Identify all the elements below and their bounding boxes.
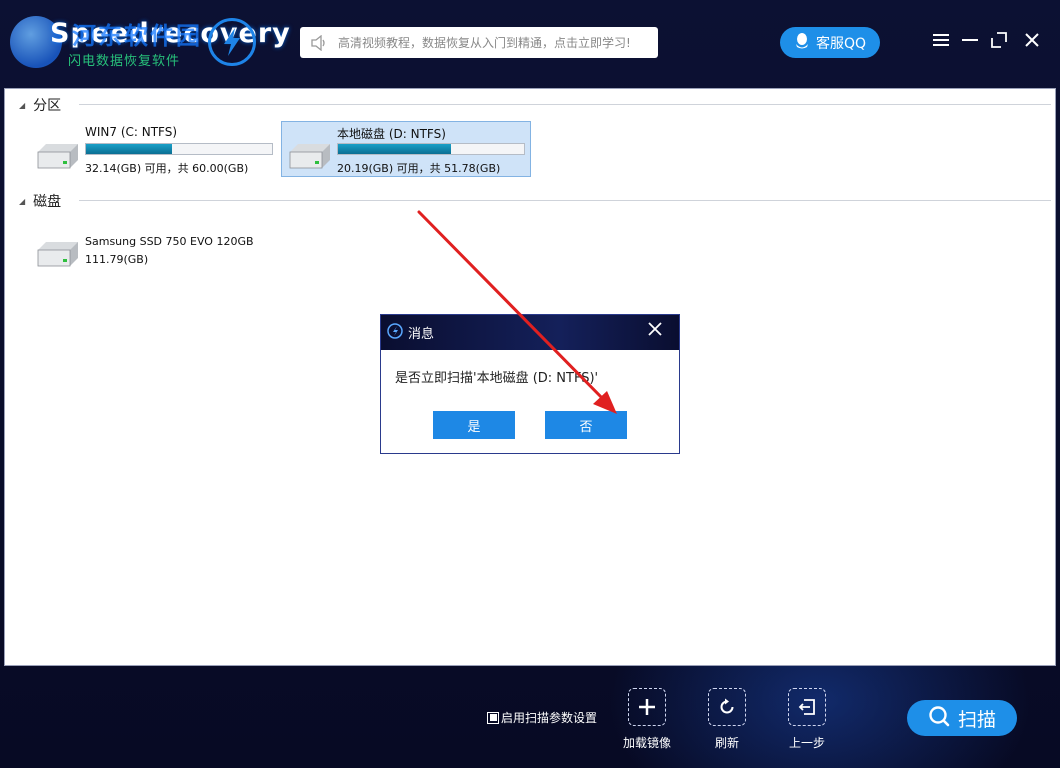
minimize-icon[interactable]	[956, 26, 984, 54]
dialog-title-bar: 消息	[381, 315, 679, 350]
maximize-icon[interactable]	[985, 26, 1013, 54]
refresh-label: 刷新	[714, 736, 739, 750]
app-compass-icon	[387, 322, 403, 343]
logo-watermark: 河东软件园	[72, 22, 202, 50]
menu-icon[interactable]	[927, 26, 955, 54]
plus-icon	[628, 688, 666, 726]
tutorial-notice[interactable]: 高清视频教程，数据恢复从入门到精通，点击立即学习!	[300, 27, 658, 58]
partition-name: 本地磁盘 (D: NTFS)	[337, 127, 446, 141]
load-image-label: 加载镜像	[622, 736, 671, 750]
usage-fill	[338, 144, 452, 154]
customer-service-qq-button[interactable]: 客服QQ	[780, 27, 880, 58]
disk-name: Samsung SSD 750 EVO 120GB	[85, 235, 254, 248]
close-icon[interactable]	[1018, 26, 1046, 54]
scan-params-label: 启用扫描参数设置	[501, 711, 598, 725]
disk-section-header[interactable]: ◢ 磁盘	[19, 191, 61, 211]
hard-drive-icon	[34, 142, 82, 174]
disk-section-title: 磁盘	[33, 194, 62, 210]
speaker-icon	[300, 34, 338, 51]
section-divider	[79, 200, 1051, 201]
load-image-button[interactable]: 加载镜像	[617, 688, 677, 751]
partition-section-header[interactable]: ◢ 分区	[19, 95, 61, 115]
notice-text: 高清视频教程，数据恢复从入门到精通，点击立即学习!	[338, 36, 631, 50]
title-bar: Speedrecovery 河东软件园 闪电数据恢复软件 高清视频教程，数据恢复…	[0, 0, 1060, 86]
collapse-triangle-icon: ◢	[19, 100, 26, 110]
checkbox-icon	[487, 711, 499, 724]
back-label: 上一步	[788, 736, 825, 750]
scan-label: 扫描	[957, 708, 996, 731]
disk-item-samsung-ssd[interactable]: Samsung SSD 750 EVO 120GB 111.79(GB)	[29, 227, 279, 283]
disk-info: 111.79(GB)	[85, 253, 149, 266]
partition-item-c[interactable]: WIN7 (C: NTFS) 32.14(GB) 可用，共 60.00(GB)	[29, 121, 279, 177]
scan-params-checkbox[interactable]: 启用扫描参数设置	[487, 709, 597, 726]
section-divider	[79, 104, 1051, 105]
refresh-button[interactable]: 刷新	[697, 688, 757, 751]
search-icon	[928, 705, 950, 732]
no-button[interactable]: 否	[545, 411, 627, 439]
scan-button[interactable]: 扫描	[907, 700, 1017, 736]
confirm-scan-dialog: 消息 是否立即扫描'本地磁盘 (D: NTFS)' 是 否	[380, 314, 680, 454]
partition-section-title: 分区	[33, 98, 62, 114]
qq-label: 客服QQ	[815, 35, 867, 52]
back-button[interactable]: 上一步	[777, 688, 837, 751]
partition-info: 20.19(GB) 可用，共 51.78(GB)	[337, 162, 501, 175]
partition-info: 32.14(GB) 可用，共 60.00(GB)	[85, 162, 249, 175]
refresh-icon	[708, 688, 746, 726]
hard-drive-icon	[286, 142, 334, 174]
logo-subtitle: 闪电数据恢复软件	[68, 54, 181, 69]
partition-name: WIN7 (C: NTFS)	[85, 125, 178, 139]
partition-item-d[interactable]: 本地磁盘 (D: NTFS) 20.19(GB) 可用，共 51.78(GB)	[281, 121, 531, 177]
lightning-icon	[208, 18, 256, 66]
app-logo: Speedrecovery 河东软件园 闪电数据恢复软件	[10, 12, 290, 72]
dialog-close-icon[interactable]	[647, 321, 663, 341]
dialog-title: 消息	[408, 327, 435, 342]
dialog-message: 是否立即扫描'本地磁盘 (D: NTFS)'	[395, 371, 599, 386]
collapse-triangle-icon: ◢	[19, 196, 26, 206]
partition-usage-bar	[85, 143, 273, 155]
partition-usage-bar	[337, 143, 525, 155]
qq-icon	[794, 32, 810, 54]
yes-button[interactable]: 是	[433, 411, 515, 439]
usage-fill	[86, 144, 172, 154]
hard-drive-icon	[34, 240, 82, 272]
back-step-icon	[788, 688, 826, 726]
